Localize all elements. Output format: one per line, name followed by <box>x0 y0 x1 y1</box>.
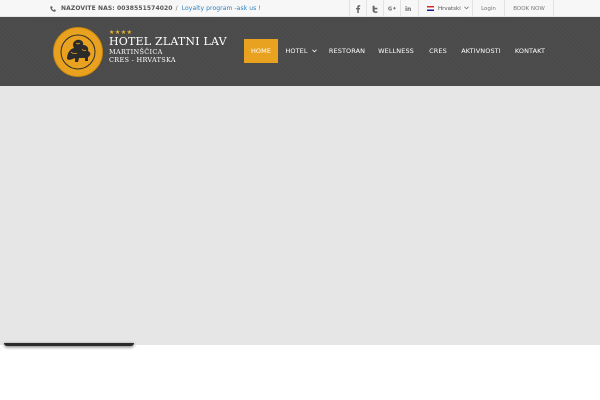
phone-icon <box>50 5 56 12</box>
nav-hotel[interactable]: HOTEL <box>280 39 322 63</box>
site-header: ★★★★ HOTEL ZLATNI LAV MARTINŠČICA CRES -… <box>0 17 600 86</box>
nav-hotel-label: HOTEL <box>285 47 308 55</box>
nav-restoran-label: RESTORAN <box>328 47 366 55</box>
nav-wellness-label: WELLNESS <box>378 47 414 55</box>
nav-cres-label: CRES <box>429 47 447 55</box>
book-now-button[interactable]: BOOK NOW <box>504 0 554 17</box>
nav-kontakt[interactable]: KONTAKT <box>510 39 550 63</box>
separator: / <box>175 5 178 12</box>
nav-aktivnosti[interactable]: AKTIVNOSTI <box>458 39 504 63</box>
twitter-icon[interactable] <box>366 0 383 17</box>
nav-wellness[interactable]: WELLNESS <box>374 39 418 63</box>
facebook-icon[interactable] <box>349 0 366 17</box>
nav-home[interactable]: HOME <box>244 39 278 63</box>
nav-cres[interactable]: CRES <box>424 39 452 63</box>
croatia-flag-icon <box>427 6 434 11</box>
google-plus-icon[interactable]: G <box>383 0 400 17</box>
location-region: CRES - HRVATSKA <box>109 56 176 64</box>
phone-contact: NAZOVITE NAS: 0038551574020 / Loyalty pr… <box>50 0 261 17</box>
chevron-down-icon <box>311 49 317 53</box>
hero-slider <box>0 86 600 345</box>
login-link[interactable]: Login <box>472 0 504 17</box>
svg-text:in: in <box>405 6 411 12</box>
nav-aktivnosti-label: AKTIVNOSTI <box>461 47 501 55</box>
nav-kontakt-label: KONTAKT <box>514 47 546 55</box>
lion-logo-icon[interactable] <box>53 27 103 77</box>
loyalty-program-link[interactable]: Loyalty program -ask us ! <box>182 5 261 12</box>
hotel-logo-text[interactable]: ★★★★ HOTEL ZLATNI LAV MARTINŠČICA CRES -… <box>109 29 227 64</box>
language-label: Hrvatski <box>438 5 461 12</box>
location-town: MARTINŠČICA <box>109 48 163 56</box>
svg-text:G: G <box>388 6 392 12</box>
chevron-down-icon <box>463 5 469 12</box>
top-bar: NAZOVITE NAS: 0038551574020 / Loyalty pr… <box>0 0 600 17</box>
slider-shadow <box>4 343 134 346</box>
language-selector[interactable]: Hrvatski <box>418 0 473 17</box>
hotel-name: HOTEL ZLATNI LAV <box>109 35 227 48</box>
phone-number: NAZOVITE NAS: 0038551574020 <box>61 5 173 12</box>
linkedin-icon[interactable]: in <box>400 0 417 17</box>
nav-restoran[interactable]: RESTORAN <box>324 39 370 63</box>
nav-home-label: HOME <box>250 47 272 55</box>
